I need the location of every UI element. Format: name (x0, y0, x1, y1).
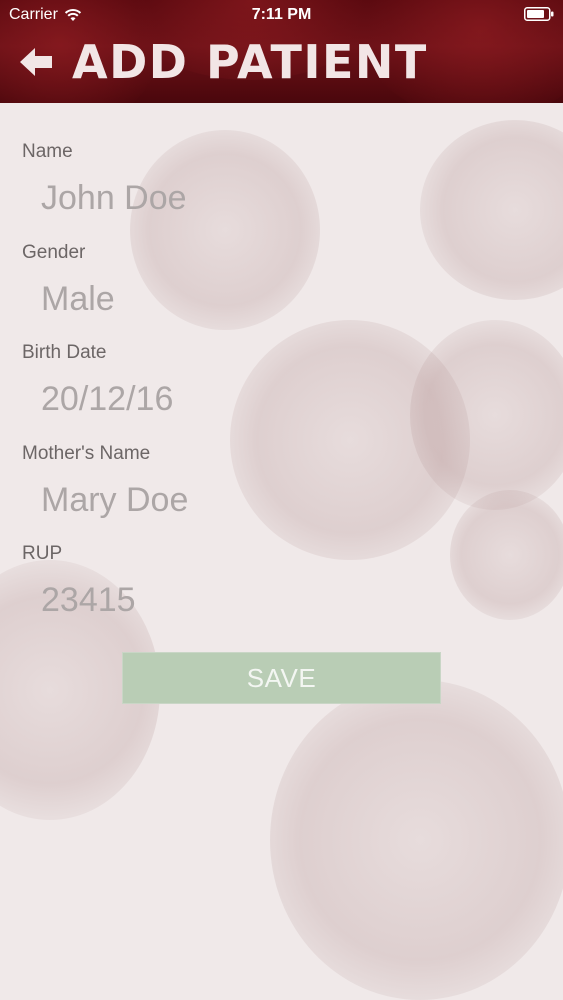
rup-label: RUP (22, 543, 63, 564)
battery-icon (524, 7, 554, 21)
birth-date-label: Birth Date (22, 342, 107, 363)
gender-label: Gender (22, 241, 86, 263)
gender-field-group: Gender (0, 204, 563, 319)
add-patient-form: Name Gender Birth Date Mother's Name RUP (0, 103, 563, 620)
name-label: Name (22, 141, 73, 162)
save-button[interactable]: SAVE (122, 652, 441, 704)
rup-input[interactable] (41, 581, 521, 620)
app-header: Carrier 7:11 PM ADD PATIENT (0, 0, 563, 103)
arrow-left-icon[interactable] (18, 45, 54, 79)
page-title: ADD PATIENT (72, 35, 428, 89)
rup-field-group: RUP (0, 505, 563, 620)
name-field-group: Name (0, 103, 563, 218)
mothers-name-field-group: Mother's Name (0, 405, 563, 520)
title-bar: ADD PATIENT (0, 34, 428, 90)
birth-date-field-group: Birth Date (0, 304, 563, 419)
clock: 7:11 PM (251, 6, 312, 23)
mothers-name-label: Mother's Name (22, 442, 151, 464)
status-bar: Carrier 7:11 PM (0, 0, 563, 30)
